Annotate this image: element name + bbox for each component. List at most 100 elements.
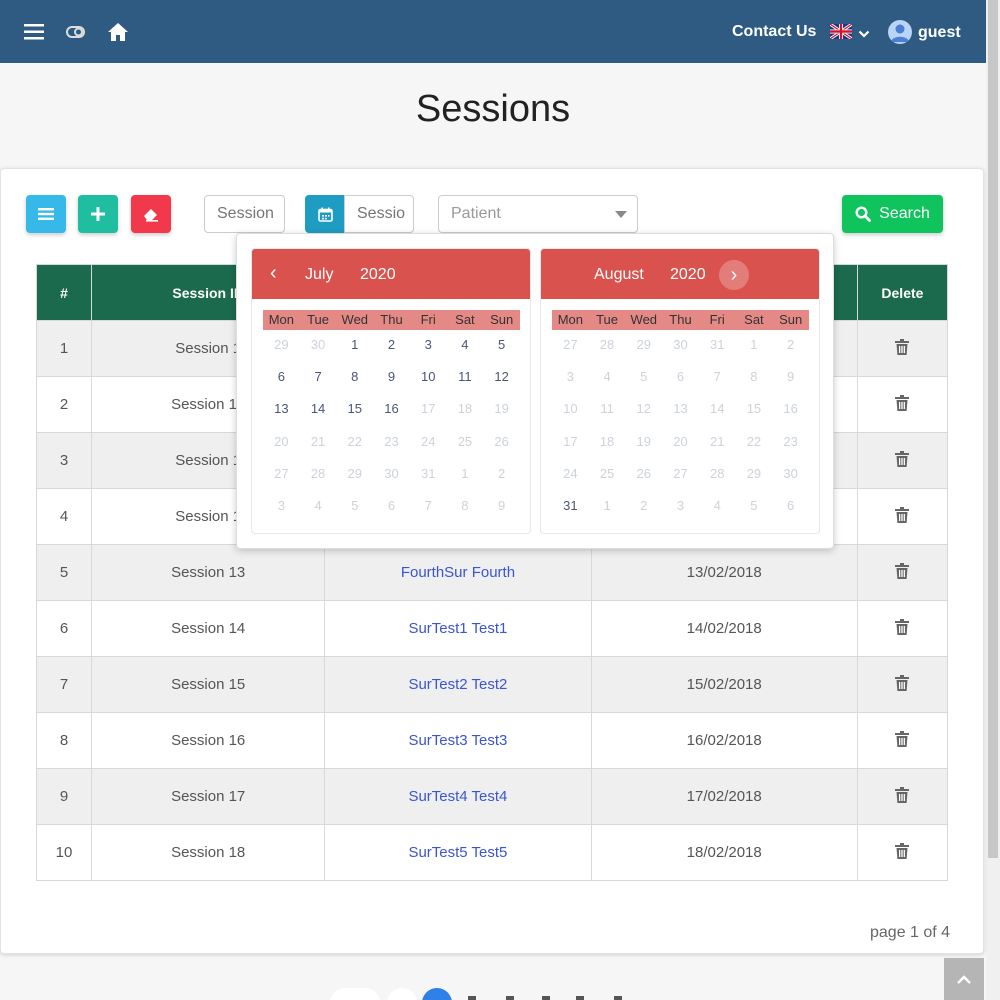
pagination-page-4[interactable] — [542, 996, 550, 1000]
calendar-day[interactable]: 19 — [625, 432, 662, 464]
calendar-day[interactable]: 29 — [736, 464, 773, 496]
patient-select[interactable]: Patient — [438, 195, 638, 233]
calendar-day[interactable]: 27 — [662, 464, 699, 496]
trash-icon[interactable] — [895, 674, 910, 695]
calendar-day[interactable]: 20 — [662, 432, 699, 464]
calendar-day[interactable]: 24 — [410, 432, 447, 464]
calendar-day[interactable]: 2 — [373, 335, 410, 367]
month-name[interactable]: August — [594, 266, 644, 284]
session-search-input[interactable] — [204, 195, 285, 233]
calendar-day[interactable]: 30 — [300, 335, 337, 367]
surgeon-link[interactable]: SurTest5 Test5 — [324, 824, 592, 881]
language-chevron-down-icon[interactable] — [858, 26, 870, 44]
header-number[interactable]: # — [35, 264, 93, 321]
calendar-day[interactable]: 7 — [300, 367, 337, 399]
trash-icon[interactable] — [895, 338, 910, 359]
pagination-page-current[interactable] — [422, 988, 452, 1000]
calendar-day[interactable]: 7 — [699, 367, 736, 399]
calendar-day[interactable]: 10 — [410, 367, 447, 399]
uk-flag-icon[interactable] — [829, 22, 853, 41]
calendar-day[interactable]: 4 — [699, 496, 736, 528]
calendar-day[interactable]: 3 — [263, 496, 300, 528]
calendar-day[interactable]: 9 — [373, 367, 410, 399]
trash-icon[interactable] — [895, 394, 910, 415]
search-button[interactable]: Search — [842, 195, 943, 233]
pagination-prev-button[interactable] — [387, 988, 417, 1000]
calendar-day[interactable]: 8 — [447, 496, 484, 528]
calendar-day[interactable]: 31 — [410, 464, 447, 496]
page-scrollbar-thumb[interactable] — [988, 0, 998, 858]
calendar-day[interactable]: 27 — [263, 464, 300, 496]
calendar-day[interactable]: 12 — [625, 399, 662, 431]
trash-icon[interactable] — [895, 450, 910, 471]
calendar-day[interactable]: 18 — [447, 399, 484, 431]
pagination-last-button[interactable] — [614, 996, 622, 1000]
toggle-icon[interactable] — [64, 20, 88, 44]
calendar-day[interactable]: 27 — [552, 335, 589, 367]
calendar-day[interactable]: 28 — [589, 335, 626, 367]
next-month-chevron-icon[interactable]: › — [719, 260, 749, 290]
pagination-next-button[interactable] — [576, 996, 584, 1000]
calendar-day[interactable]: 9 — [772, 367, 809, 399]
calendar-day[interactable]: 4 — [300, 496, 337, 528]
calendar-day[interactable]: 1 — [447, 464, 484, 496]
calendar-day[interactable]: 3 — [410, 335, 447, 367]
calendar-day[interactable]: 5 — [625, 367, 662, 399]
calendar-day[interactable]: 30 — [373, 464, 410, 496]
surgeon-link[interactable]: SurTest3 Test3 — [324, 712, 592, 769]
session-date-input[interactable] — [344, 195, 414, 233]
calendar-day[interactable]: 15 — [736, 399, 773, 431]
surgeon-link[interactable]: FourthSur Fourth — [324, 544, 592, 601]
calendar-day[interactable]: 4 — [589, 367, 626, 399]
calendar-day[interactable]: 3 — [552, 367, 589, 399]
calendar-day[interactable]: 4 — [447, 335, 484, 367]
calendar-day[interactable]: 31 — [699, 335, 736, 367]
scroll-to-top-button[interactable] — [944, 958, 984, 1000]
calendar-day[interactable]: 28 — [699, 464, 736, 496]
calendar-day[interactable]: 21 — [300, 432, 337, 464]
pagination-first-button[interactable] — [330, 988, 380, 1000]
calendar-day[interactable]: 23 — [772, 432, 809, 464]
calendar-day[interactable]: 8 — [336, 367, 373, 399]
calendar-day[interactable]: 1 — [736, 335, 773, 367]
previous-month-chevron-icon[interactable]: ‹ — [270, 262, 277, 285]
calendar-day[interactable]: 5 — [736, 496, 773, 528]
calendar-day[interactable]: 13 — [263, 399, 300, 431]
calendar-day[interactable]: 22 — [736, 432, 773, 464]
calendar-day[interactable]: 9 — [483, 496, 520, 528]
calendar-day[interactable]: 16 — [373, 399, 410, 431]
calendar-day[interactable]: 13 — [662, 399, 699, 431]
calendar-day[interactable]: 2 — [772, 335, 809, 367]
trash-icon[interactable] — [895, 842, 910, 863]
calendar-day[interactable]: 29 — [625, 335, 662, 367]
calendar-day[interactable]: 6 — [662, 367, 699, 399]
calendar-day[interactable]: 22 — [336, 432, 373, 464]
calendar-day[interactable]: 26 — [625, 464, 662, 496]
add-session-button[interactable] — [78, 195, 118, 233]
trash-icon[interactable] — [895, 618, 910, 639]
calendar-day[interactable]: 30 — [772, 464, 809, 496]
calendar-day[interactable]: 17 — [410, 399, 447, 431]
calendar-day[interactable]: 7 — [410, 496, 447, 528]
calendar-day[interactable]: 15 — [336, 399, 373, 431]
contact-us-link[interactable]: Contact Us — [732, 23, 816, 41]
user-name[interactable]: guest — [918, 24, 961, 42]
calendar-day[interactable]: 11 — [447, 367, 484, 399]
calendar-day[interactable]: 5 — [483, 335, 520, 367]
calendar-day[interactable]: 29 — [336, 464, 373, 496]
surgeon-link[interactable]: SurTest2 Test2 — [324, 656, 592, 713]
calendar-day[interactable]: 3 — [662, 496, 699, 528]
calendar-day[interactable]: 16 — [772, 399, 809, 431]
home-icon[interactable] — [106, 20, 130, 44]
calendar-day[interactable]: 1 — [589, 496, 626, 528]
surgeon-link[interactable]: SurTest1 Test1 — [324, 600, 592, 657]
calendar-day[interactable]: 2 — [483, 464, 520, 496]
pagination-page-2[interactable] — [468, 996, 476, 1000]
trash-icon[interactable] — [895, 562, 910, 583]
calendar-day[interactable]: 12 — [483, 367, 520, 399]
calendar-day[interactable]: 6 — [772, 496, 809, 528]
user-avatar-icon[interactable] — [888, 20, 912, 44]
calendar-day[interactable]: 6 — [263, 367, 300, 399]
hamburger-menu-icon[interactable] — [23, 20, 47, 44]
calendar-day[interactable]: 17 — [552, 432, 589, 464]
